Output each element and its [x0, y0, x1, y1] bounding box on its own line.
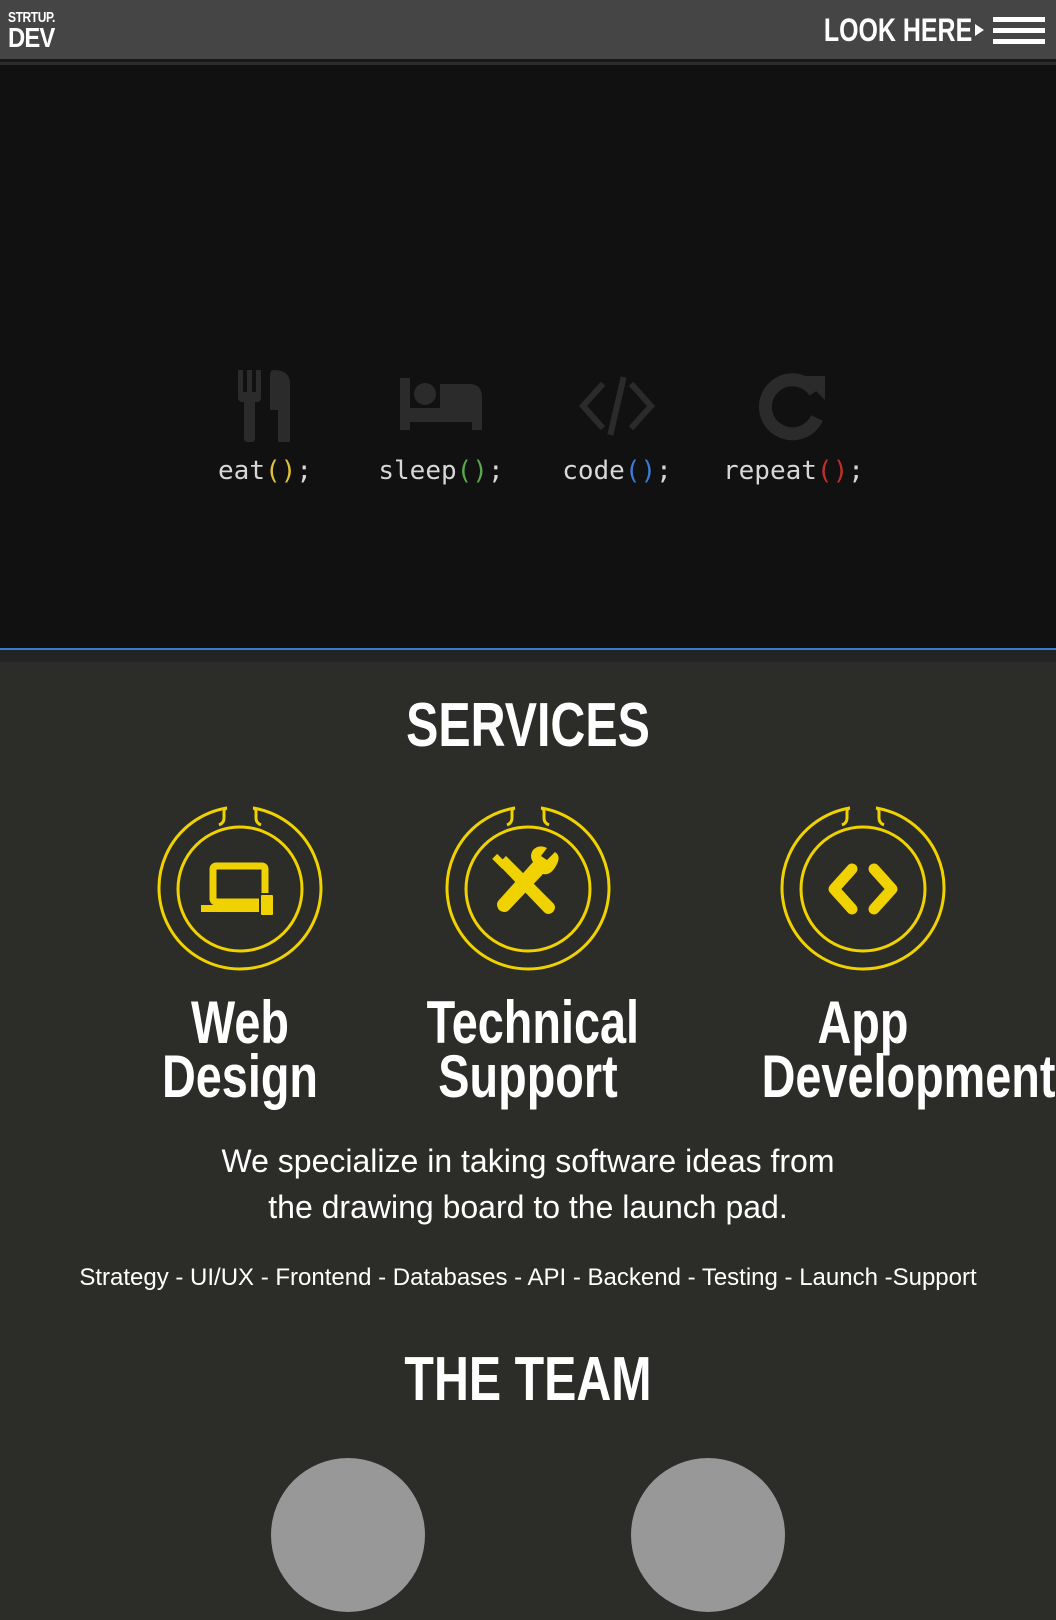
- site-logo[interactable]: STRTUP. DEV: [8, 10, 67, 52]
- routine-eat: eat();: [195, 370, 335, 486]
- routine-code: code();: [547, 370, 687, 486]
- services-skills-list: Strategy - UI/UX - Frontend - Databases …: [79, 1264, 977, 1291]
- services-description: We specialize in taking software ideas f…: [221, 1143, 835, 1225]
- team-member-avatar[interactable]: [631, 1458, 785, 1612]
- service-technical-support[interactable]: Technical Support: [398, 804, 658, 1110]
- service-label: Web Design: [161, 989, 319, 1110]
- service-label: Technical Support: [426, 989, 640, 1110]
- routine-code-text: eat();: [218, 456, 312, 486]
- routine-repeat: repeat();: [723, 370, 864, 486]
- hamburger-icon[interactable]: [993, 17, 1045, 45]
- routine-code-text: sleep();: [378, 456, 504, 486]
- look-here-label[interactable]: LOOK HERE: [824, 12, 972, 49]
- code-brackets-icon: [780, 806, 946, 971]
- bed-icon: [400, 378, 482, 430]
- team-member-avatar[interactable]: [271, 1458, 425, 1612]
- service-label: App Development: [761, 989, 1056, 1110]
- routine-code-text: code();: [562, 456, 672, 486]
- tools-icon: [445, 806, 611, 971]
- repeat-icon: [758, 373, 825, 441]
- team-title: THE TEAM: [404, 1345, 652, 1414]
- arrow-right-icon: [975, 24, 984, 36]
- service-app-development[interactable]: App Development: [733, 804, 1056, 1110]
- service-web-design[interactable]: Web Design: [110, 804, 370, 1110]
- services-title: SERVICES: [406, 691, 650, 760]
- routine-code-text: repeat();: [723, 456, 864, 486]
- code-icon: [578, 376, 656, 436]
- routine-sleep: sleep();: [371, 370, 511, 486]
- laptop-icon: [157, 806, 323, 971]
- section-divider: [0, 650, 1056, 662]
- fork-knife-icon: [238, 370, 290, 442]
- hero-section: eat(); sleep(); code(); repeat();: [0, 65, 1056, 650]
- top-nav-bar: STRTUP. DEV LOOK HERE: [0, 0, 1056, 62]
- logo-line-2: DEV: [8, 22, 55, 53]
